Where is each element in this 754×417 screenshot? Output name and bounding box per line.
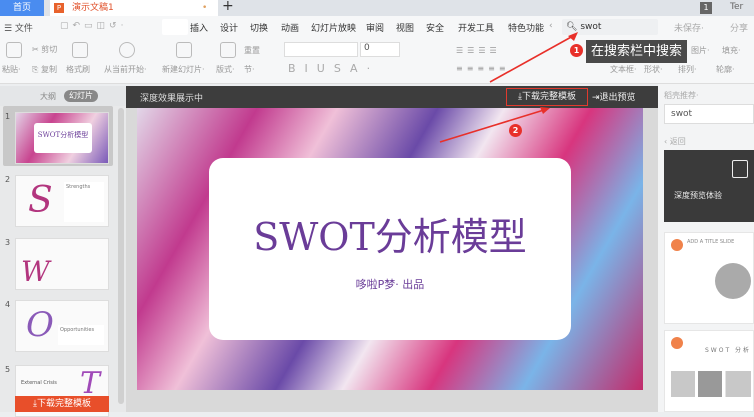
arrow-to-download — [439, 109, 545, 143]
arrowhead-search — [568, 32, 578, 41]
arrowhead-download — [540, 107, 550, 114]
step-2-badge: 2 — [509, 124, 522, 137]
search-tooltip: 在搜索栏中搜索 — [586, 40, 687, 63]
arrow-to-search — [489, 35, 574, 83]
step-1-badge: 1 — [570, 44, 583, 57]
